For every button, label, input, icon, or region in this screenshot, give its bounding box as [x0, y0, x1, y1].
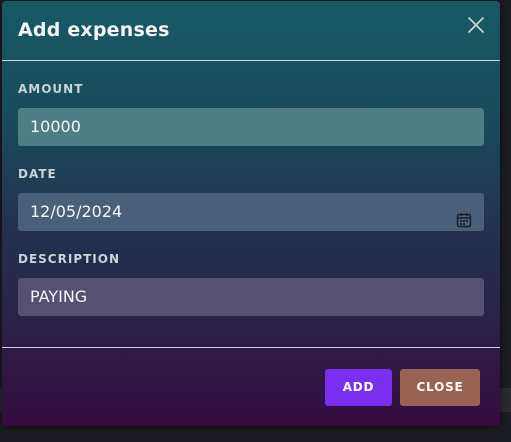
calendar-icon[interactable]	[456, 204, 472, 228]
amount-value: 10000	[30, 117, 81, 136]
description-input[interactable]: PAYING	[18, 278, 484, 316]
description-value: PAYING	[30, 287, 88, 306]
amount-label: AMOUNT	[18, 82, 84, 96]
close-icon[interactable]	[465, 14, 487, 36]
dialog-title: Add expenses	[18, 19, 170, 41]
close-button[interactable]: CLOSE	[400, 369, 480, 406]
date-input[interactable]: 12/05/2024	[18, 193, 484, 231]
footer-divider	[2, 347, 500, 348]
date-value: 12/05/2024	[30, 202, 123, 221]
add-button[interactable]: ADD	[325, 369, 392, 406]
description-label: DESCRIPTION	[18, 252, 121, 266]
dialog-header: Add expenses	[2, 1, 500, 61]
add-expenses-dialog: Add expenses AMOUNT 10000 DATE 12/05/202…	[2, 1, 500, 426]
amount-input[interactable]: 10000	[18, 108, 484, 146]
date-label: DATE	[18, 167, 57, 181]
